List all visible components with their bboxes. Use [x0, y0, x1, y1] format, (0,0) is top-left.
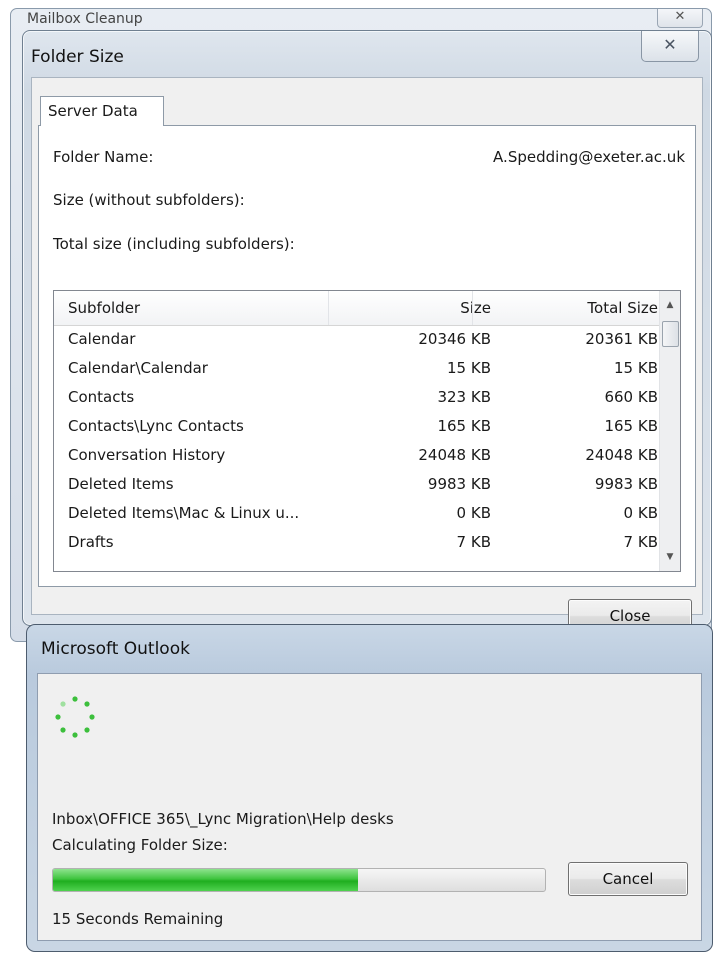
outlook-progress-dialog: Microsoft Outlook Inbox\OFFICE 365\_Lync… — [26, 624, 713, 952]
subfolder-total-size: 0 KB — [623, 504, 658, 522]
table-row[interactable]: Deleted Items 9983 KB 9983 KB — [54, 471, 660, 500]
column-header-subfolder[interactable]: Subfolder — [68, 299, 140, 317]
total-size-label: Total size (including subfolders): — [53, 235, 295, 253]
subfolder-size: 20346 KB — [418, 330, 491, 348]
list-header: Subfolder Size Total Size — [54, 291, 660, 326]
subfolder-total-size: 165 KB — [604, 417, 658, 435]
table-row[interactable]: Calendar 20346 KB 20361 KB — [54, 326, 660, 355]
subfolder-name: Deleted Items\Mac & Linux u... — [68, 504, 300, 522]
dialog-client-area: Server Data Folder Name: A.Spedding@exet… — [31, 77, 703, 633]
scroll-up-icon[interactable]: ▲ — [660, 295, 680, 315]
subfolder-list[interactable]: Subfolder Size Total Size Calendar 20346… — [53, 290, 681, 572]
table-row[interactable]: Contacts 323 KB 660 KB — [54, 384, 660, 413]
column-divider[interactable] — [472, 291, 473, 325]
subfolder-name: Calendar\Calendar — [68, 359, 208, 377]
subfolder-size: 165 KB — [437, 417, 491, 435]
background-window-title: Mailbox Cleanup — [27, 11, 143, 27]
subfolder-name: Contacts\Lync Contacts — [68, 417, 244, 435]
subfolder-name: Conversation History — [68, 446, 226, 464]
folder-path-text: Inbox\OFFICE 365\_Lync Migration\Help de… — [52, 810, 394, 828]
column-divider[interactable] — [328, 291, 329, 325]
close-icon[interactable]: ✕ — [641, 31, 699, 62]
size-label: Size (without subfolders): — [53, 191, 245, 209]
scroll-down-icon[interactable]: ▼ — [660, 547, 680, 567]
status-text: Calculating Folder Size: — [52, 836, 228, 854]
progress-dialog-title: Microsoft Outlook — [41, 639, 190, 659]
table-row[interactable]: Calendar\Calendar 15 KB 15 KB — [54, 355, 660, 384]
folder-name-value: A.Spedding@exeter.ac.uk — [493, 148, 685, 166]
subfolder-total-size: 24048 KB — [585, 446, 658, 464]
progress-bar — [52, 868, 546, 892]
folder-size-dialog: Folder Size ✕ Server Data Folder Name: A… — [22, 30, 712, 633]
list-rows: Calendar 20346 KB 20361 KB Calendar\Cale… — [54, 326, 660, 558]
background-close-icon[interactable]: ✕ — [657, 9, 703, 28]
table-row[interactable]: Drafts 7 KB 7 KB — [54, 529, 660, 558]
folder-name-label: Folder Name: — [53, 148, 154, 166]
dialog-title: Folder Size — [31, 47, 124, 67]
scrollbar-thumb[interactable] — [662, 321, 679, 347]
subfolder-size: 323 KB — [437, 388, 491, 406]
busy-spinner-icon — [55, 696, 95, 738]
table-row[interactable]: Contacts\Lync Contacts 165 KB 165 KB — [54, 413, 660, 442]
column-header-total-size[interactable]: Total Size — [587, 299, 658, 317]
table-row[interactable]: Deleted Items\Mac & Linux u... 0 KB 0 KB — [54, 500, 660, 529]
subfolder-size: 24048 KB — [418, 446, 491, 464]
progress-bar-fill — [53, 869, 359, 891]
table-row[interactable]: Conversation History 24048 KB 24048 KB — [54, 442, 660, 471]
subfolder-name: Calendar — [68, 330, 136, 348]
subfolder-size: 15 KB — [447, 359, 491, 377]
subfolder-total-size: 9983 KB — [594, 475, 658, 493]
subfolder-name: Drafts — [68, 533, 114, 551]
subfolder-name: Deleted Items — [68, 475, 174, 493]
tab-server-data[interactable]: Server Data — [40, 96, 164, 126]
subfolder-total-size: 20361 KB — [585, 330, 658, 348]
subfolder-total-size: 15 KB — [614, 359, 658, 377]
subfolder-size: 0 KB — [456, 504, 491, 522]
vertical-scrollbar[interactable]: ▲ ▼ — [659, 291, 680, 571]
subfolder-size: 9983 KB — [427, 475, 491, 493]
server-data-panel: Folder Name: A.Spedding@exeter.ac.uk Siz… — [38, 125, 696, 587]
subfolder-total-size: 660 KB — [604, 388, 658, 406]
time-remaining-text: 15 Seconds Remaining — [52, 910, 224, 928]
progress-dialog-client: Inbox\OFFICE 365\_Lync Migration\Help de… — [37, 673, 702, 941]
column-header-size[interactable]: Size — [460, 299, 491, 317]
cancel-button[interactable]: Cancel — [568, 862, 688, 896]
subfolder-total-size: 7 KB — [623, 533, 658, 551]
subfolder-name: Contacts — [68, 388, 135, 406]
subfolder-size: 7 KB — [456, 533, 491, 551]
